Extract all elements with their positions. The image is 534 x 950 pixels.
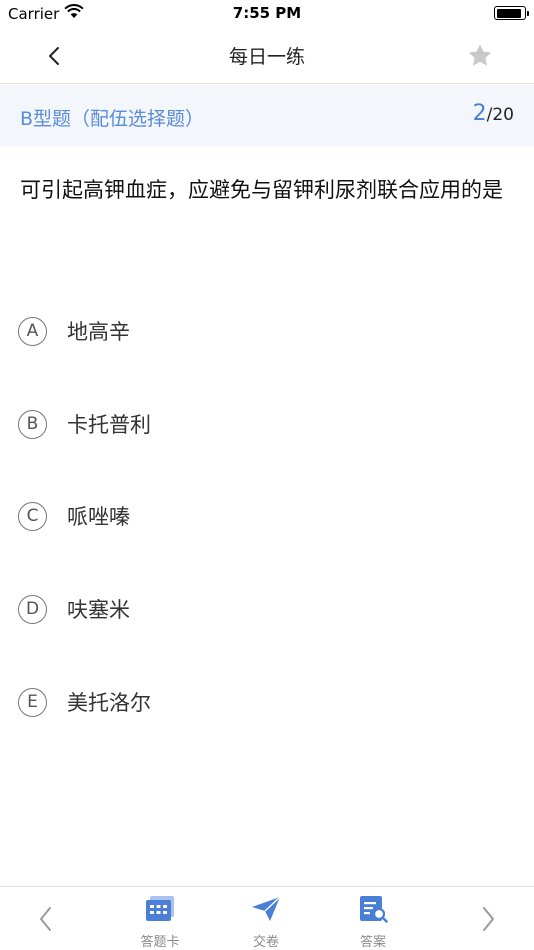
option-letter: D xyxy=(18,594,47,624)
answer-card-label: 答题卡 xyxy=(140,935,180,950)
answer-card-button[interactable]: 答题卡 xyxy=(125,893,195,950)
answer-label: 答案 xyxy=(359,935,386,950)
submit-label: 交卷 xyxy=(252,935,279,950)
option-a[interactable]: A 地高辛 xyxy=(18,303,498,359)
question-type-label: B型题（配伍选择题） xyxy=(20,108,205,130)
status-time: 7:55 PM xyxy=(232,4,302,22)
option-text: 地高辛 xyxy=(67,320,130,344)
bottom-toolbar: 答题卡 交卷 答案 xyxy=(0,886,534,950)
option-text: 哌唑嗪 xyxy=(67,505,130,529)
current-question-number: 2 xyxy=(472,101,487,126)
option-text: 美托洛尔 xyxy=(67,691,151,715)
status-bar: Carrier 7:55 PM xyxy=(0,0,534,28)
next-question-button[interactable] xyxy=(474,901,504,937)
answer-search-icon xyxy=(360,896,388,923)
nav-bar: 每日一练 xyxy=(0,28,534,84)
chevron-left-icon xyxy=(40,907,51,931)
page-title: 每日一练 xyxy=(228,46,305,68)
option-c[interactable]: C 哌唑嗪 xyxy=(18,488,498,544)
option-d[interactable]: D 呋塞米 xyxy=(18,581,498,637)
chevron-right-icon xyxy=(483,907,494,931)
option-e[interactable]: E 美托洛尔 xyxy=(18,674,498,730)
paper-plane-icon xyxy=(252,896,281,921)
answer-button[interactable]: 答案 xyxy=(338,893,408,950)
option-b[interactable]: B 卡托普利 xyxy=(18,396,498,452)
submit-button[interactable]: 交卷 xyxy=(231,893,301,950)
star-icon xyxy=(468,44,492,66)
question-text: 可引起高钾血症，应避免与留钾利尿剂联合应用的是 xyxy=(20,178,503,202)
battery-icon xyxy=(494,6,529,20)
option-text: 呋塞米 xyxy=(67,598,130,622)
question-progress: 2/20 xyxy=(473,101,514,126)
previous-question-button[interactable] xyxy=(30,901,60,937)
favorite-button[interactable] xyxy=(464,40,496,72)
answer-card-icon xyxy=(146,896,174,921)
question-type-bar: B型题（配伍选择题） 2/20 xyxy=(0,85,534,146)
option-letter: B xyxy=(18,409,47,439)
option-letter: E xyxy=(18,687,47,717)
total-question-count: /20 xyxy=(486,105,514,125)
option-letter: A xyxy=(18,316,47,346)
option-text: 卡托普利 xyxy=(67,413,151,437)
option-letter: C xyxy=(18,501,47,531)
